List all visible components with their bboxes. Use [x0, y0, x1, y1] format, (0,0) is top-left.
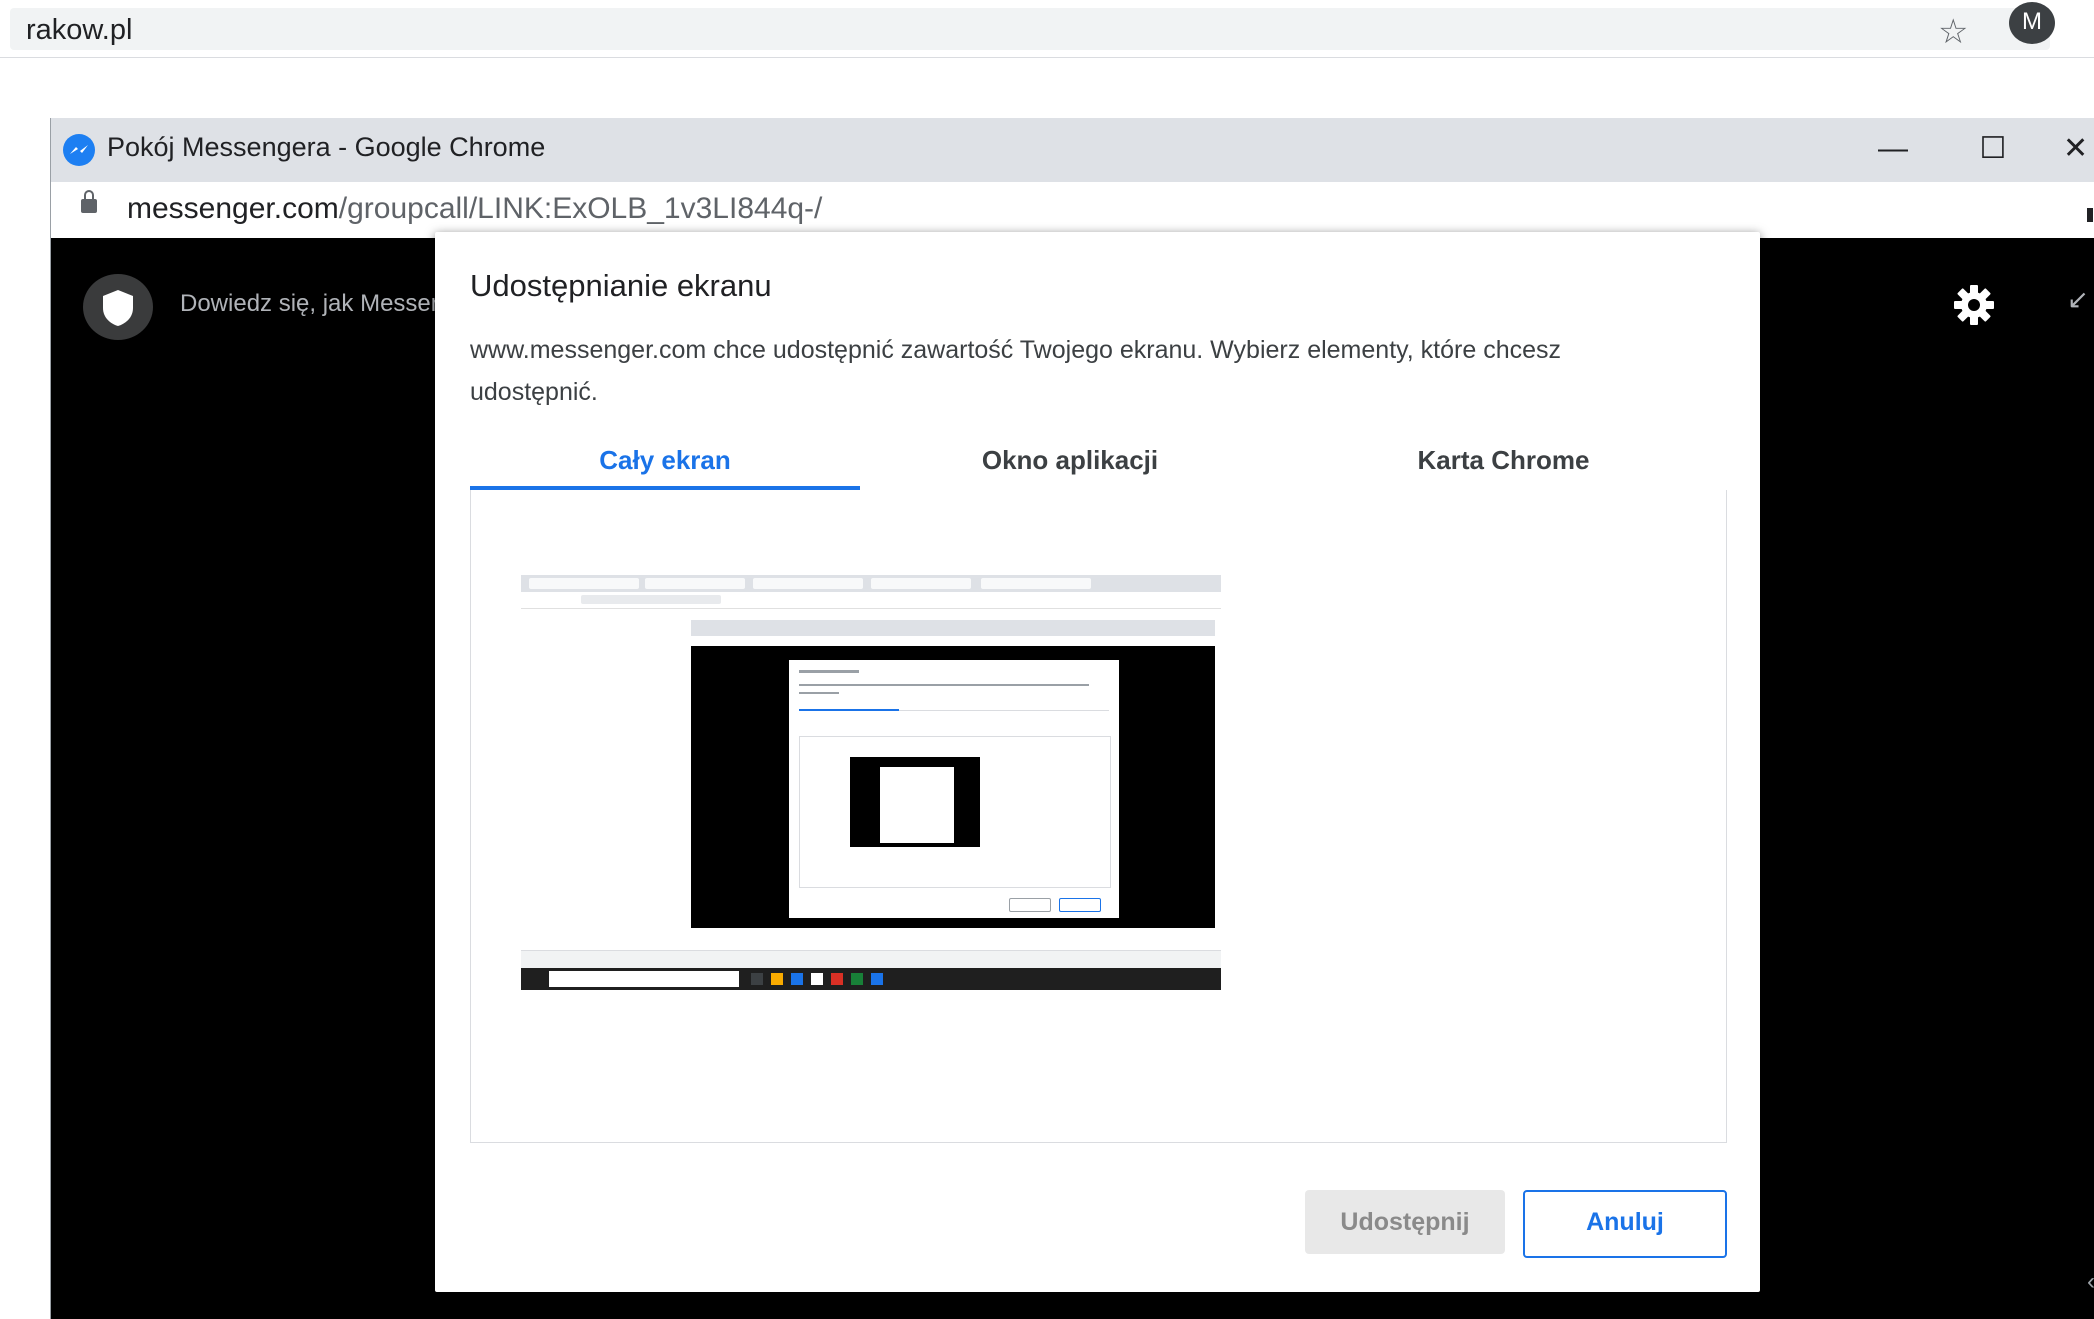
popup-url: messenger.com/groupcall/LINK:ExOLB_1v3LI…: [127, 192, 822, 226]
screen-share-dialog: Udostępnianie ekranu www.messenger.com c…: [435, 232, 1760, 1292]
bookmark-star-icon[interactable]: ☆: [1938, 12, 1968, 52]
thumbnail-inner-preview: [799, 736, 1111, 888]
messenger-icon: [63, 134, 95, 166]
shield-icon[interactable]: [83, 274, 153, 340]
expand-icon[interactable]: ↙: [2067, 284, 2089, 315]
maximize-button[interactable]: ☐: [1963, 124, 2023, 174]
thumbnail-tab: [529, 578, 639, 589]
thumbnail-share-button: [1009, 898, 1051, 912]
thumbnail-tab: [753, 578, 863, 589]
close-button[interactable]: ✕: [2063, 124, 2094, 174]
thumbnail-tab-indicator: [799, 709, 899, 711]
thumbnail-tab: [981, 578, 1091, 589]
thumbnail-popup-window: [691, 620, 1215, 928]
tab-application-window[interactable]: Okno aplikacji: [860, 430, 1280, 490]
source-list: [470, 490, 1727, 1143]
thumbnail-inner-dialog: [880, 767, 954, 843]
screen-thumbnail[interactable]: [519, 573, 1223, 995]
thumbnail-cancel-button: [1059, 898, 1101, 912]
thumbnail-download-bar: [521, 950, 1221, 969]
gear-icon[interactable]: [1951, 282, 1997, 328]
thumbnail-text-line: [799, 692, 839, 694]
thumbnail-inner-window: [850, 757, 980, 847]
toolbar-divider: [0, 57, 2094, 58]
popup-address-bar: messenger.com/groupcall/LINK:ExOLB_1v3LI…: [51, 182, 2094, 238]
dialog-description: www.messenger.com chce udostępnić zawart…: [470, 336, 1562, 406]
taskbar-app-icon: [771, 973, 783, 985]
thumbnail-text-line: [799, 670, 859, 673]
taskbar-app-icon: [851, 973, 863, 985]
thumbnail-omnibox: [581, 595, 721, 604]
chevron-right-icon[interactable]: ‹: [2087, 1268, 2094, 1296]
thumbnail-popup-address: [691, 636, 1215, 646]
thumbnail-tab: [645, 578, 745, 589]
thumbnail-toolbar: [521, 592, 1221, 609]
taskbar-app-icon: [831, 973, 843, 985]
thumbnail-search-box: [549, 971, 739, 987]
address-bar[interactable]: rakow.pl ☆: [10, 8, 2050, 52]
popup-window-title: Pokój Messengera - Google Chrome: [107, 132, 546, 162]
popup-url-domain: messenger.com: [127, 192, 339, 225]
taskbar-app-icon: [751, 973, 763, 985]
menu-icon[interactable]: [2087, 208, 2093, 222]
thumbnail-tab: [871, 578, 971, 589]
address-bar-url[interactable]: rakow.pl: [26, 14, 132, 47]
thumbnail-text-line: [799, 684, 1089, 686]
thumbnail-taskbar: [521, 968, 1221, 990]
cancel-button[interactable]: Anuluj: [1523, 1190, 1727, 1258]
popup-url-path: /groupcall/LINK:ExOLB_1v3LI844q-/: [338, 192, 823, 225]
learn-more-link[interactable]: Dowiedz się, jak Messen: [180, 290, 444, 318]
profile-avatar[interactable]: M: [2009, 2, 2055, 44]
tab-chrome-tab[interactable]: Karta Chrome: [1280, 430, 1727, 490]
thumbnail-popup-title: [691, 620, 1215, 636]
lock-icon[interactable]: [81, 190, 97, 213]
taskbar-app-icon: [871, 973, 883, 985]
tab-entire-screen[interactable]: Cały ekran: [470, 430, 860, 490]
popup-title-bar[interactable]: Pokój Messengera - Google Chrome — ☐ ✕: [51, 118, 2094, 182]
taskbar-app-icon: [791, 973, 803, 985]
dialog-title: Udostępnianie ekranu: [470, 268, 772, 303]
share-button[interactable]: Udostępnij: [1305, 1190, 1505, 1254]
browser-toolbar: rakow.pl ☆ M: [0, 0, 2094, 60]
thumbnail-tab-strip: [521, 575, 1221, 592]
taskbar-app-icon: [811, 973, 823, 985]
share-tabs: Cały ekran Okno aplikacji Karta Chrome: [470, 430, 1727, 492]
thumbnail-dialog: [789, 660, 1119, 918]
minimize-button[interactable]: —: [1863, 124, 1923, 174]
